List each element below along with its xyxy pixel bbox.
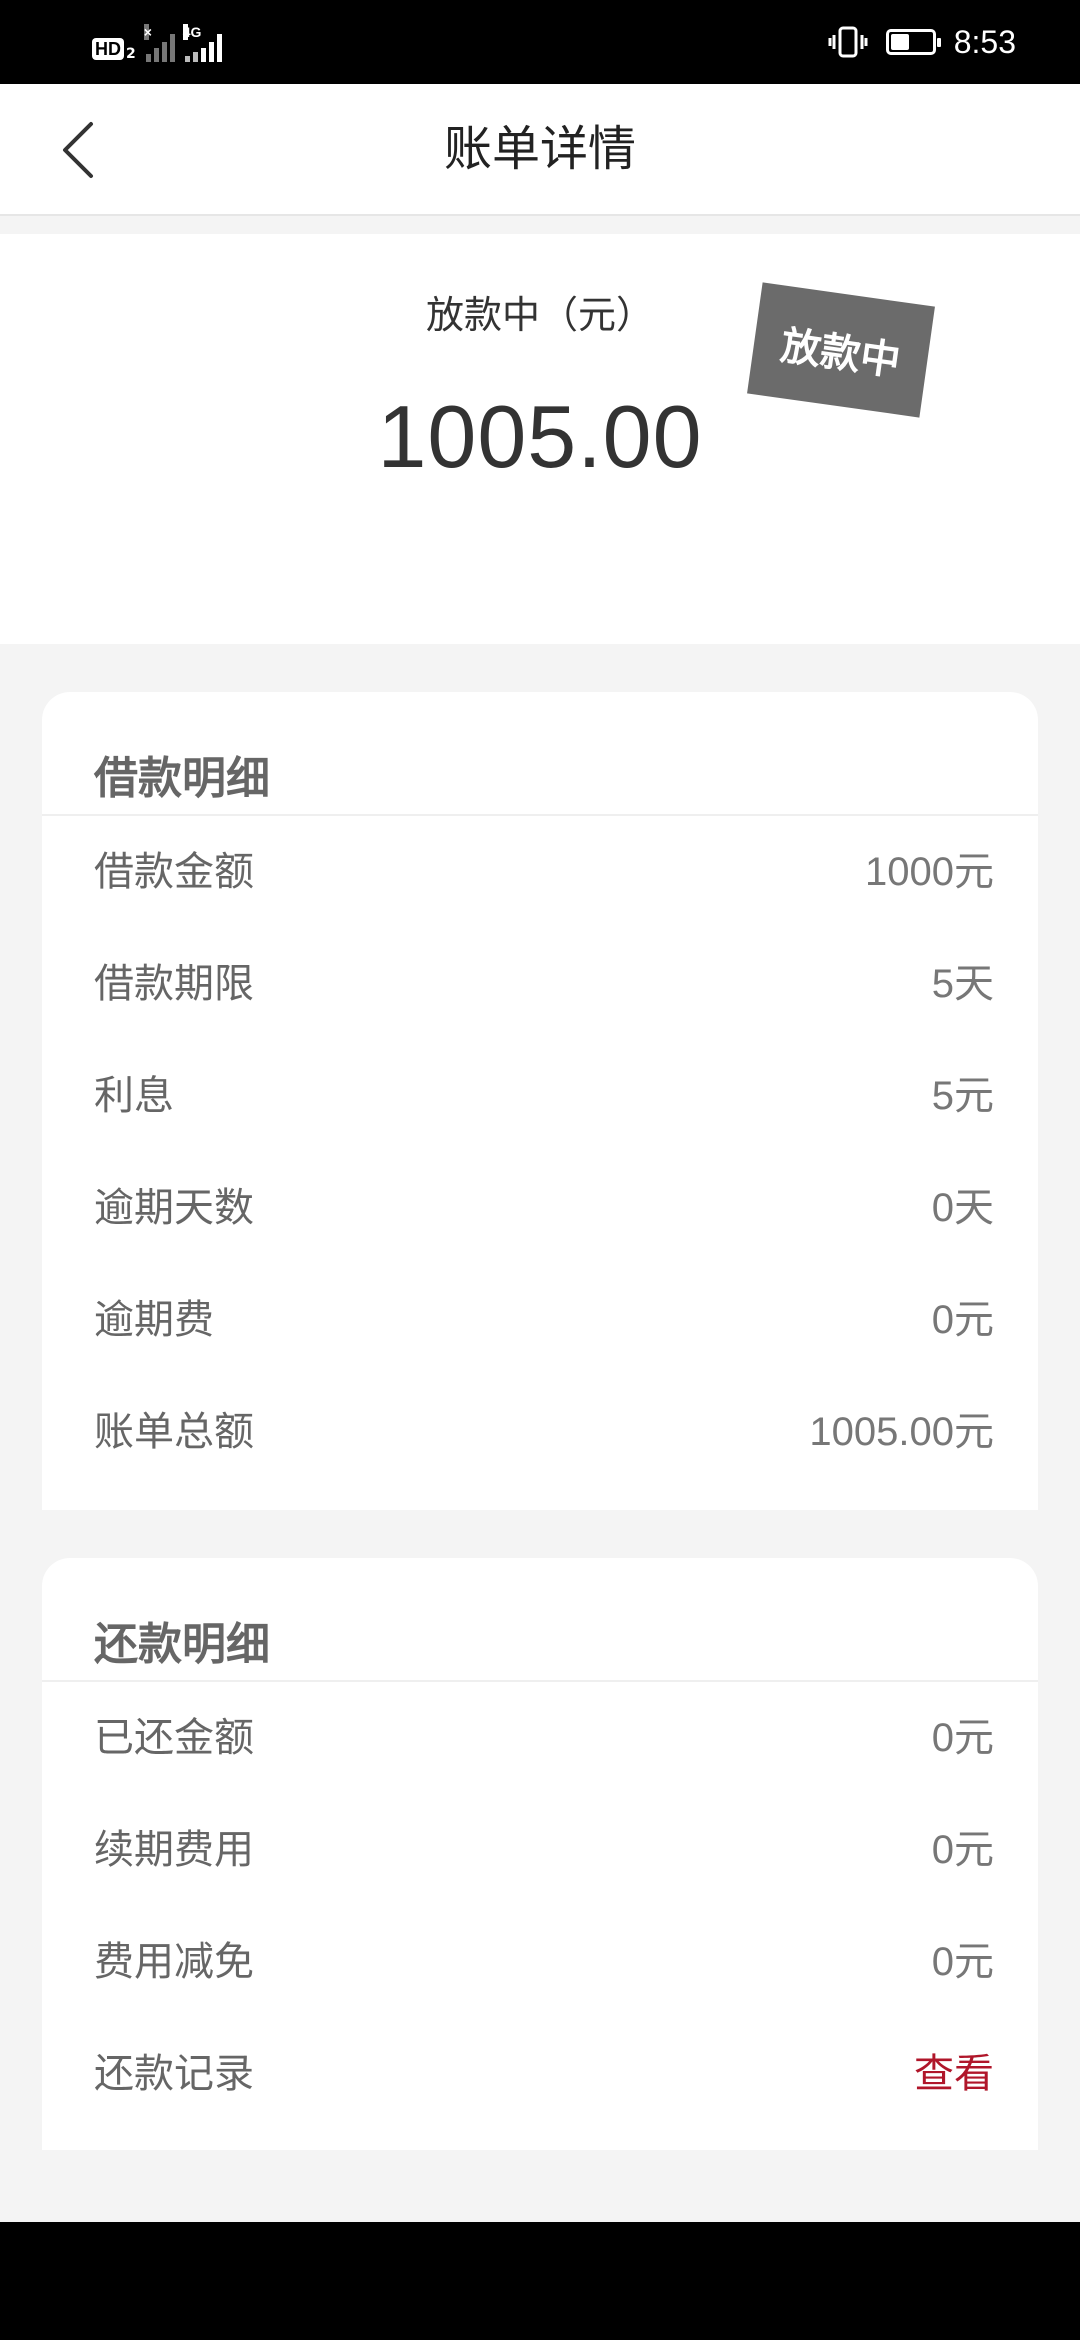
status-stamp: 放款中 xyxy=(747,282,935,418)
hd-icon: HD 2 xyxy=(92,36,136,62)
card-title: 还款明细 xyxy=(94,1619,270,1670)
detail-row: 已还金额 0元 xyxy=(42,1682,1038,1794)
card-title: 借款明细 xyxy=(94,753,270,804)
row-label: 续期费用 xyxy=(94,1827,254,1873)
battery-fill xyxy=(890,34,909,50)
row-label: 逾期天数 xyxy=(94,1185,254,1231)
repay-details-card: 还款明细 已还金额 0元 续期费用 0元 费用减免 0元 还款记录 查看 xyxy=(42,1558,1038,2150)
nav-bar: 账单详情 xyxy=(0,84,1080,216)
detail-row: 借款期限 5天 xyxy=(42,928,1038,1040)
back-button[interactable] xyxy=(48,114,108,186)
status-right-icons: 8:53 xyxy=(828,20,1016,64)
row-value: 1000元 xyxy=(865,850,994,894)
view-record-link[interactable]: 查看 xyxy=(914,2018,994,2130)
row-value: 0元 xyxy=(931,1828,994,1872)
row-label: 利息 xyxy=(94,1073,174,1119)
card-header: 借款明细 xyxy=(42,692,1038,816)
row-label: 已还金额 xyxy=(94,1715,254,1761)
detail-row: 账单总额 1005.00元 xyxy=(42,1376,1038,1488)
row-label: 账单总额 xyxy=(94,1409,254,1455)
row-label: 借款期限 xyxy=(94,961,254,1007)
row-value: 5元 xyxy=(931,1074,994,1118)
page-title: 账单详情 xyxy=(443,121,636,177)
detail-row: 借款金额 1000元 xyxy=(42,816,1038,928)
battery-icon xyxy=(885,29,941,55)
signal-1-label: × xyxy=(143,24,152,40)
row-value: 0元 xyxy=(931,1940,994,1984)
row-label: 还款记录 xyxy=(94,2051,254,2097)
chevron-left-icon xyxy=(63,122,93,178)
repay-record-row: 还款记录 查看 xyxy=(42,2018,1038,2130)
system-nav-bar xyxy=(0,2222,1080,2340)
clock: 8:53 xyxy=(953,23,1016,60)
detail-row: 续期费用 0元 xyxy=(42,1794,1038,1906)
row-label: 费用减免 xyxy=(94,1939,254,1985)
detail-row: 逾期天数 0天 xyxy=(42,1152,1038,1264)
row-value: 1005.00元 xyxy=(809,1410,994,1454)
detail-row: 费用减免 0元 xyxy=(42,1906,1038,2018)
signal-icon: × xyxy=(143,24,175,62)
status-left-icons: HD 2 × 4G xyxy=(92,22,222,62)
row-value: 0元 xyxy=(931,1298,994,1342)
status-bar: HD 2 × 4G 8:53 xyxy=(0,0,1080,84)
loan-details-card: 借款明细 借款金额 1000元 借款期限 5天 利息 5元 逾期天数 0天 逾期… xyxy=(42,692,1038,1510)
hd-label: HD xyxy=(92,38,124,60)
row-label: 逾期费 xyxy=(94,1297,214,1343)
row-label: 借款金额 xyxy=(94,849,254,895)
card-header: 还款明细 xyxy=(42,1558,1038,1682)
row-value: 0元 xyxy=(931,1716,994,1760)
detail-row: 利息 5元 xyxy=(42,1040,1038,1152)
row-value: 0天 xyxy=(931,1186,994,1230)
signal-icon: 4G xyxy=(182,24,222,62)
detail-row: 逾期费 0元 xyxy=(42,1264,1038,1376)
amount-summary: 放款中（元） 1005.00 放款中 xyxy=(0,234,1080,644)
vibrate-icon xyxy=(828,26,868,58)
row-value: 5天 xyxy=(931,962,994,1006)
signal-2-label: 4G xyxy=(182,24,202,40)
hd-sub-label: 2 xyxy=(126,46,136,62)
